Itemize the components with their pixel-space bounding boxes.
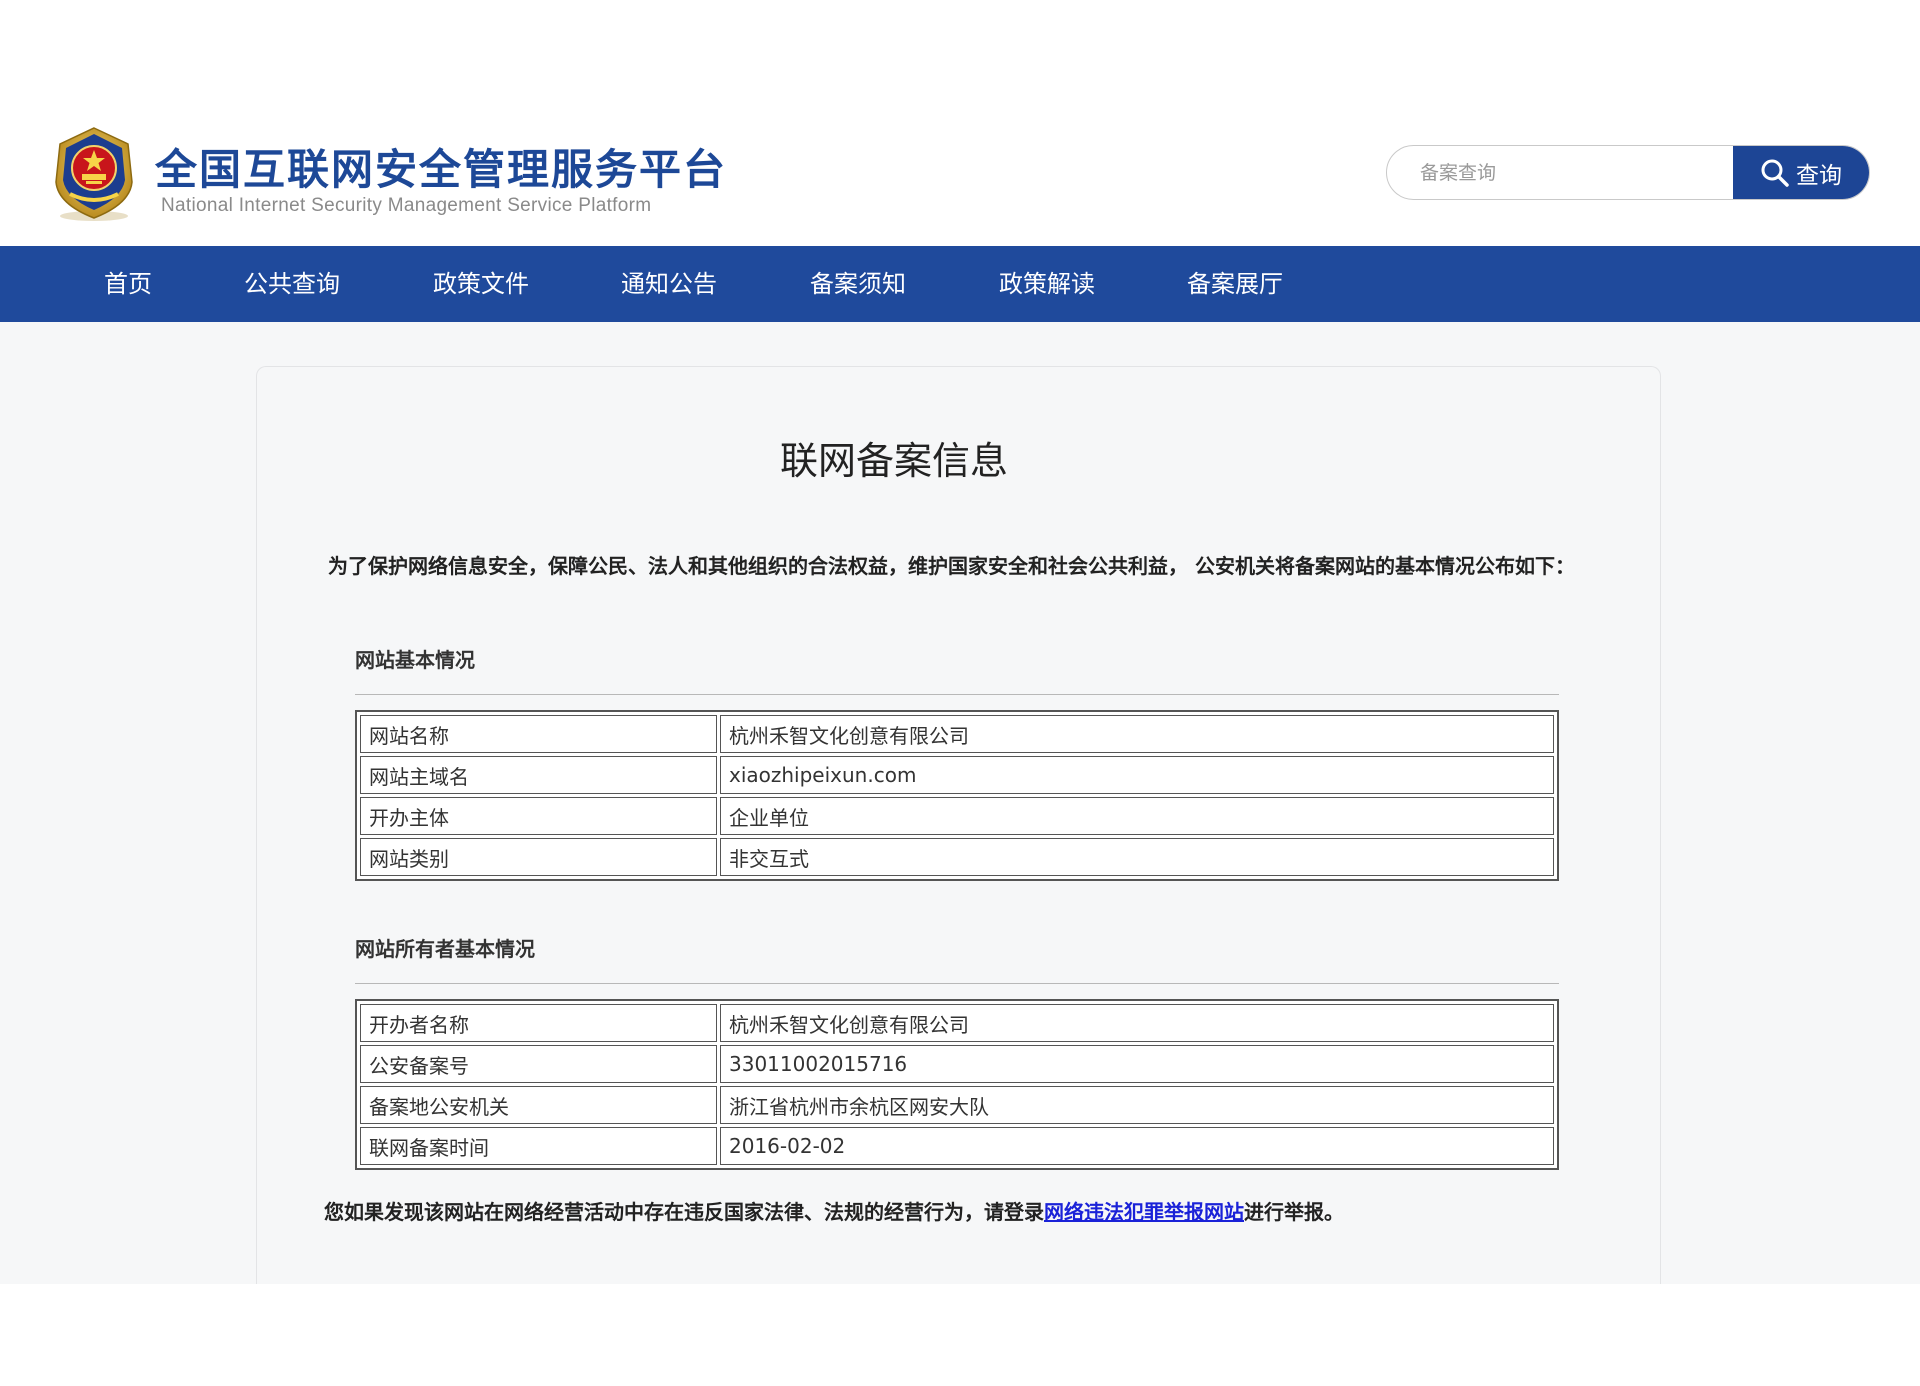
search-button-label: 查询	[1796, 162, 1842, 189]
site-header: 全国互联网安全管理服务平台 National Internet Security…	[0, 0, 1920, 246]
table-row: 开办主体 企业单位	[360, 797, 1554, 835]
page-title: 联网备案信息	[779, 439, 1008, 483]
row-value: 2016-02-02	[720, 1127, 1554, 1165]
main-nav: 首页 公共查询 政策文件 通知公告 备案须知 政策解读 备案展厅	[0, 246, 1920, 322]
nav-item-policy-interpretation[interactable]: 政策解读	[999, 246, 1095, 322]
row-label: 开办主体	[360, 797, 717, 835]
nav-item-filing-guide[interactable]: 备案须知	[810, 246, 906, 322]
report-suffix: 进行举报。	[1244, 1200, 1344, 1224]
report-site-link[interactable]: 网络违法犯罪举报网站	[1044, 1200, 1244, 1224]
row-value: 浙江省杭州市余杭区网安大队	[720, 1086, 1554, 1124]
table-row: 网站主域名 xiaozhipeixun.com	[360, 756, 1554, 794]
nav-item-filing-hall[interactable]: 备案展厅	[1187, 246, 1283, 322]
row-value: 企业单位	[720, 797, 1554, 835]
row-label: 网站主域名	[360, 756, 717, 794]
row-label: 联网备案时间	[360, 1127, 717, 1165]
nav-item-public-query[interactable]: 公共查询	[244, 246, 340, 322]
row-value: xiaozhipeixun.com	[720, 756, 1554, 794]
section-title-owner-basic: 网站所有者基本情况	[355, 937, 535, 961]
row-value: 杭州禾智文化创意有限公司	[720, 1004, 1554, 1042]
row-value: 非交互式	[720, 838, 1554, 876]
row-value: 杭州禾智文化创意有限公司	[720, 715, 1554, 753]
nav-item-notices[interactable]: 通知公告	[621, 246, 717, 322]
owner-basic-table: 开办者名称 杭州禾智文化创意有限公司 公安备案号 33011002015716 …	[355, 999, 1559, 1170]
table-row: 网站名称 杭州禾智文化创意有限公司	[360, 715, 1554, 753]
section-title-site-basic: 网站基本情况	[355, 648, 475, 672]
intro-text: 为了保护网络信息安全，保障公民、法人和其他组织的合法权益，维护国家安全和社会公共…	[328, 554, 1575, 578]
row-label: 网站类别	[360, 838, 717, 876]
row-label: 备案地公安机关	[360, 1086, 717, 1124]
section-divider	[355, 983, 1559, 984]
table-row: 联网备案时间 2016-02-02	[360, 1127, 1554, 1165]
table-row: 公安备案号 33011002015716	[360, 1045, 1554, 1083]
search-button[interactable]: 查询	[1733, 146, 1869, 199]
row-label: 公安备案号	[360, 1045, 717, 1083]
row-value: 33011002015716	[720, 1045, 1554, 1083]
section-divider	[355, 694, 1559, 695]
nav-item-policy-docs[interactable]: 政策文件	[433, 246, 529, 322]
report-prefix: 您如果发现该网站在网络经营活动中存在违反国家法律、法规的经营行为，请登录	[324, 1200, 1044, 1224]
police-emblem-icon	[55, 127, 133, 221]
search-icon	[1761, 159, 1789, 187]
report-note: 您如果发现该网站在网络经营活动中存在违反国家法律、法规的经营行为，请登录网络违法…	[324, 1196, 1344, 1225]
search-box: 查询	[1386, 145, 1870, 200]
site-title: 全国互联网安全管理服务平台	[155, 145, 728, 194]
row-label: 网站名称	[360, 715, 717, 753]
table-row: 网站类别 非交互式	[360, 838, 1554, 876]
nav-item-home[interactable]: 首页	[104, 246, 152, 322]
search-input[interactable]	[1387, 146, 1735, 199]
table-row: 开办者名称 杭州禾智文化创意有限公司	[360, 1004, 1554, 1042]
table-row: 备案地公安机关 浙江省杭州市余杭区网安大队	[360, 1086, 1554, 1124]
site-subtitle: National Internet Security Management Se…	[161, 195, 652, 216]
site-basic-table: 网站名称 杭州禾智文化创意有限公司 网站主域名 xiaozhipeixun.co…	[355, 710, 1559, 881]
row-label: 开办者名称	[360, 1004, 717, 1042]
